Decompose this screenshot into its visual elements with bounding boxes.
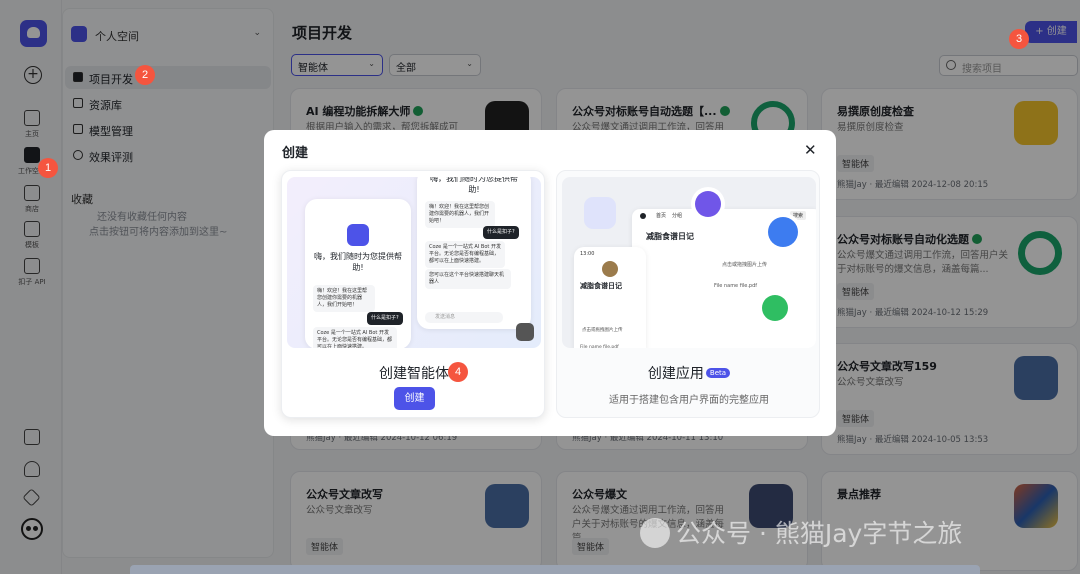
chat-greeting: 嗨，我们随时为您提供帮助! bbox=[430, 177, 518, 194]
app-file-label: File name file.pdf bbox=[580, 345, 619, 348]
chat-bubble: 什么是扣子? bbox=[483, 226, 519, 239]
chat-bubble: 什么是扣子? bbox=[367, 312, 403, 325]
create-app-option[interactable]: 首页 分组 搜索 减脂食谱日记 点击或拖拽图片上传 File name file… bbox=[556, 170, 820, 418]
watermark: 公众号 · 熊猫Jay字节之旅 bbox=[640, 514, 962, 550]
palette-icon bbox=[768, 217, 798, 247]
phone-time: 13:00 bbox=[580, 251, 595, 257]
chat-input: 发送消息 bbox=[425, 312, 503, 323]
app-file-label: File name file.pdf bbox=[714, 283, 758, 289]
app-illustration: 首页 分组 搜索 减脂食谱日记 点击或拖拽图片上传 File name file… bbox=[562, 177, 816, 348]
chat-bubble: 嗨！欢迎！我在这里帮您创建你需要的机器人，我们开始吧！ bbox=[425, 201, 495, 228]
agent-illustration: 嗨，我们随时为您提供帮助! 嗨！欢迎！我在这里帮您创建你需要的机器人，我们开始吧… bbox=[287, 177, 541, 348]
close-icon[interactable]: ✕ bbox=[804, 141, 817, 159]
app-upload-label: 点击或拖拽图片上传 bbox=[722, 262, 768, 268]
create-agent-button[interactable]: 创建 bbox=[394, 387, 435, 410]
app-screen-title: 减脂食谱日记 bbox=[646, 232, 694, 241]
image-icon bbox=[516, 323, 534, 341]
step-badge: 1 bbox=[38, 158, 58, 178]
chat-greeting: 嗨，我们随时为您提供帮助! bbox=[314, 252, 402, 272]
step-badge: 3 bbox=[1009, 29, 1029, 49]
app-screen-title: 减脂食谱日记 bbox=[580, 282, 622, 290]
wechat-icon bbox=[640, 518, 670, 548]
step-badge: 2 bbox=[135, 65, 155, 85]
app-mobile-preview: 13:00 减脂食谱日记 点击或拖拽图片上传 File name file.pd… bbox=[574, 247, 646, 348]
create-app-title: 创建应用 Beta bbox=[557, 363, 819, 383]
app-tab: 分组 bbox=[672, 213, 683, 219]
chat-bubble: 您可以在这个平台快速搭建聊天机器人 bbox=[425, 269, 511, 289]
beta-badge: Beta bbox=[705, 368, 731, 378]
share-nodes-icon bbox=[762, 295, 788, 321]
doc-icon bbox=[584, 197, 616, 229]
chat-bubble: Coze 是一个一站式 AI Bot 开发平台。无论您是否有编程基础，都可以在上… bbox=[425, 241, 505, 268]
chat-bubble: Coze 是一个一站式 AI Bot 开发平台。无论您是否有编程基础，都可以在上… bbox=[313, 327, 397, 348]
create-agent-title: 创建智能体 bbox=[379, 366, 449, 382]
chat-preview-card: 嗨，我们随时为您提供帮助! 嗨！欢迎！我在这里帮您创建你需要的机器人，我们开始吧… bbox=[305, 199, 411, 348]
create-agent-option[interactable]: 嗨，我们随时为您提供帮助! 嗨！欢迎！我在这里帮您创建你需要的机器人，我们开始吧… bbox=[281, 170, 545, 418]
step-badge: 4 bbox=[448, 362, 468, 382]
app-upload-label: 点击或拖拽图片上传 bbox=[582, 328, 623, 333]
app-tab: 首页 bbox=[656, 213, 667, 219]
app-tab-button: 搜索 bbox=[790, 211, 807, 220]
os-taskbar bbox=[130, 565, 980, 574]
watermark-text: 公众号 · 熊猫Jay字节之旅 bbox=[676, 519, 963, 548]
chat-bubble: 嗨！欢迎！我在这里帮您创建你需要的机器人，我们开始吧！ bbox=[313, 285, 375, 312]
bot-logo-icon bbox=[347, 224, 369, 246]
create-app-desc: 适用于搭建包含用户界面的完整应用 bbox=[609, 395, 769, 406]
app-dot-icon bbox=[640, 213, 646, 219]
food-image-icon bbox=[602, 261, 618, 277]
cube-icon bbox=[695, 191, 721, 217]
chat-preview-card: 嗨，我们随时为您提供帮助! 嗨！欢迎！我在这里帮您创建你需要的机器人，我们开始吧… bbox=[417, 177, 531, 329]
modal-title: 创建 bbox=[282, 146, 309, 161]
create-modal: 创建 ✕ 嗨，我们随时为您提供帮助! 嗨！欢迎！我在这里帮您创建你需要的机器人，… bbox=[264, 130, 836, 436]
